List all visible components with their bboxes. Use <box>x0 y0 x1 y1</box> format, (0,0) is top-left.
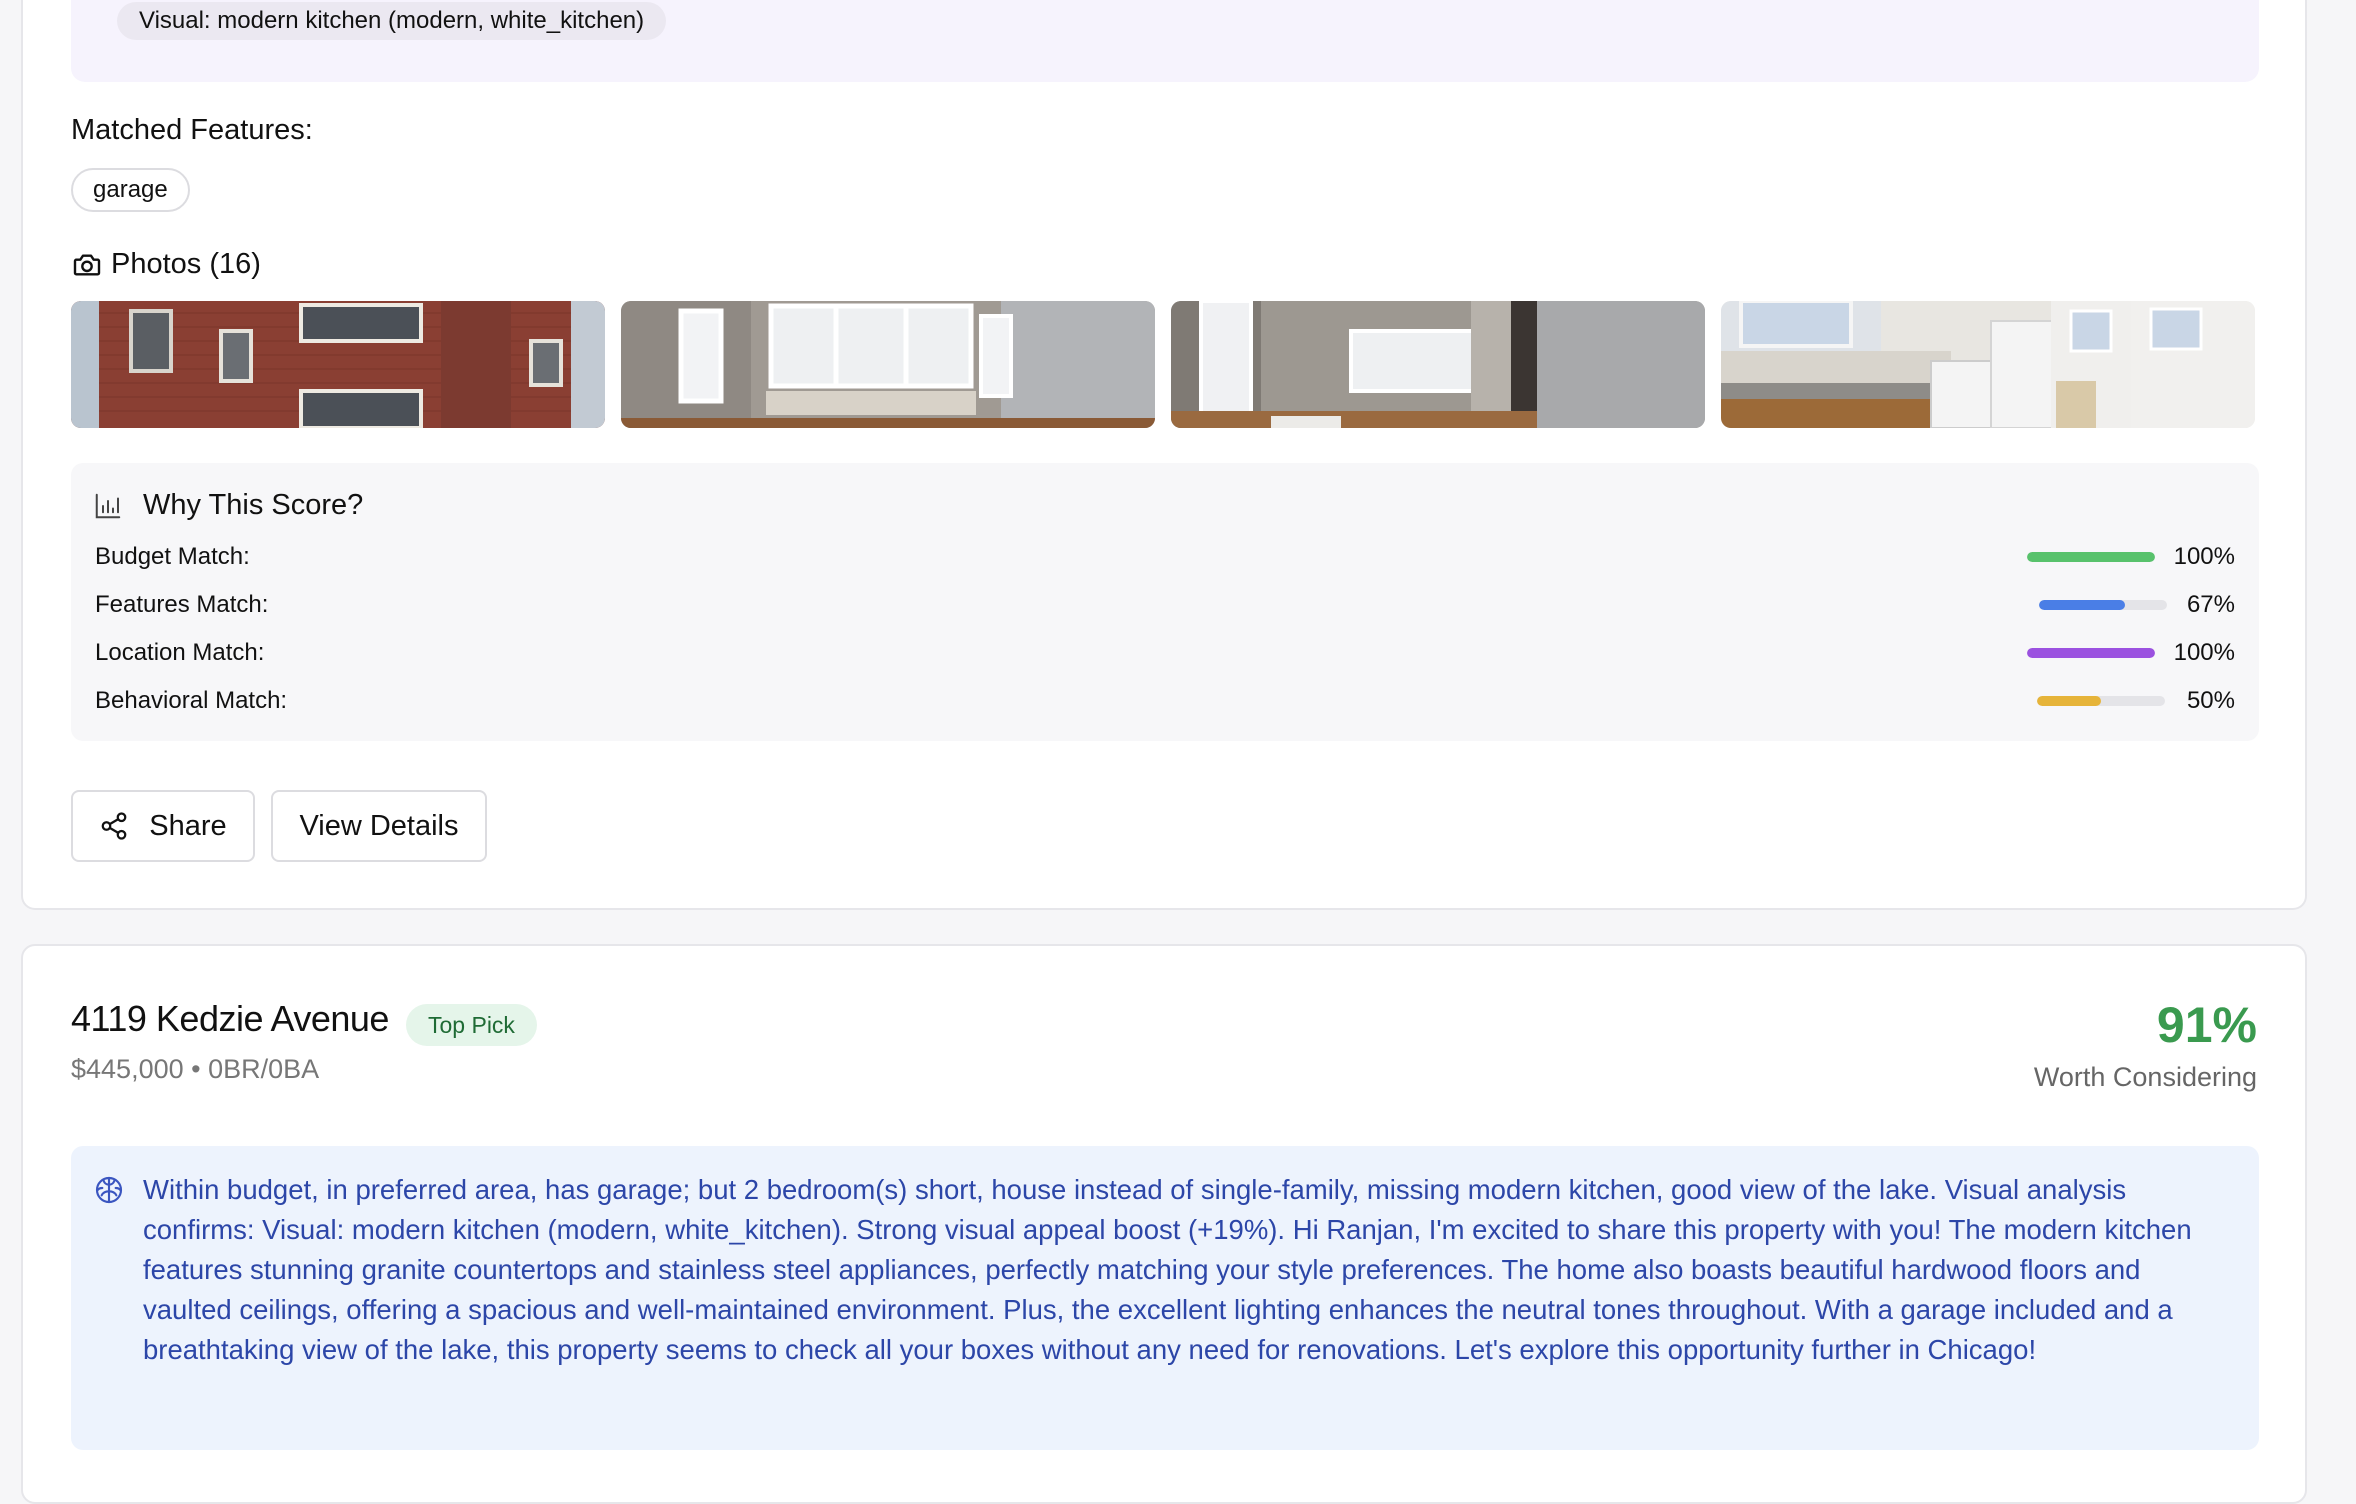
share-button-label: Share <box>149 809 227 842</box>
view-details-button[interactable]: View Details <box>271 790 487 862</box>
photos-title: Photos (16) <box>111 248 261 280</box>
match-score: 91% <box>2156 997 2257 1053</box>
why-this-score-panel: Why This Score? Budget Match: 100% Featu… <box>71 463 2259 741</box>
score-bar-track <box>2037 696 2165 706</box>
price-bed-bath: $445,000 • 0BR/0BA <box>71 1054 320 1084</box>
share-icon <box>101 812 127 840</box>
score-bar-fill <box>2027 552 2155 562</box>
score-row-location: Location Match: 100% <box>95 638 2235 668</box>
score-row-features: Features Match: 67% <box>95 590 2235 620</box>
camera-icon <box>73 253 101 276</box>
score-percent: 67% <box>2186 591 2235 618</box>
visual-analysis-panel: Visual: modern kitchen (modern, white_ki… <box>71 0 2259 82</box>
score-row-behavioral: Behavioral Match: 50% <box>95 686 2235 716</box>
why-score-title: Why This Score? <box>143 489 364 521</box>
photo-thumbnail-4[interactable] <box>1721 301 2255 428</box>
brain-icon <box>95 1176 123 1204</box>
property-card-kedzie: 4119 Kedzie Avenue Top Pick $445,000 • 0… <box>21 944 2307 1504</box>
score-bar-track <box>2039 600 2167 610</box>
score-bar-fill <box>2037 696 2101 706</box>
view-details-label: View Details <box>299 809 459 842</box>
score-label: Budget Match: <box>95 543 250 570</box>
score-label: Features Match: <box>95 591 269 618</box>
score-bar-fill <box>2027 648 2155 658</box>
score-bar-track <box>2027 648 2155 658</box>
bar-chart-icon <box>95 493 121 518</box>
ai-explanation-panel: Within budget, in preferred area, has ga… <box>71 1146 2259 1450</box>
share-button[interactable]: Share <box>71 790 255 862</box>
photos-header: Photos (16) <box>71 248 261 281</box>
ai-explanation-text: Within budget, in preferred area, has ga… <box>143 1174 2192 1365</box>
top-pick-badge: Top Pick <box>406 1004 537 1046</box>
score-label: Behavioral Match: <box>95 687 288 714</box>
score-percent: 50% <box>2186 687 2235 714</box>
score-percent: 100% <box>2173 543 2235 570</box>
property-address[interactable]: 4119 Kedzie Avenue <box>71 998 389 1040</box>
score-bar-track <box>2027 552 2155 562</box>
visual-tag-chip: Visual: modern kitchen (modern, white_ki… <box>117 2 667 40</box>
match-score-label: Worth Considering <box>2033 1062 2257 1092</box>
why-score-header: Why This Score? <box>93 489 363 522</box>
photo-thumbnail-3[interactable] <box>1171 301 1705 428</box>
photo-thumbnail-1[interactable] <box>71 301 605 428</box>
feature-chip-garage: garage <box>71 168 190 212</box>
score-label: Location Match: <box>95 639 265 666</box>
score-percent: 100% <box>2173 639 2235 666</box>
photo-thumbnail-2[interactable] <box>621 301 1155 428</box>
property-card-previous: Visual: modern kitchen (modern, white_ki… <box>21 0 2307 910</box>
matched-features-title: Matched Features: <box>71 114 313 146</box>
score-bar-fill <box>2039 600 2125 610</box>
score-row-budget: Budget Match: 100% <box>95 542 2235 572</box>
